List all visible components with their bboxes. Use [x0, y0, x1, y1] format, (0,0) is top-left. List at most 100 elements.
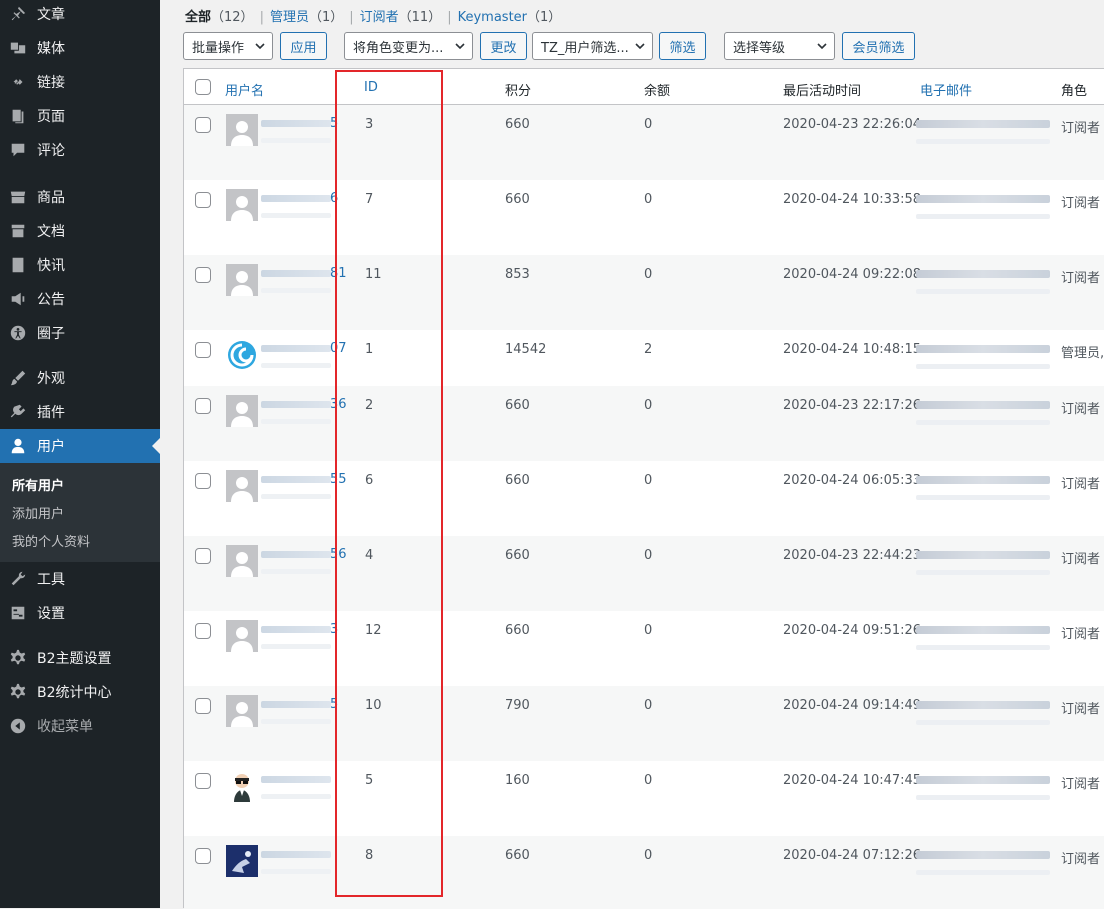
row-checkbox[interactable]: [195, 398, 211, 414]
menu-appearance[interactable]: 外观: [0, 361, 160, 395]
row-checkbox[interactable]: [195, 698, 211, 714]
row-checkbox[interactable]: [195, 342, 211, 358]
filter-all[interactable]: 全部: [185, 10, 211, 25]
email-redacted: [916, 476, 1050, 484]
bulk-action-select[interactable]: 批量操作: [183, 32, 273, 60]
avatar[interactable]: [226, 189, 258, 221]
username-link[interactable]: 55: [330, 472, 347, 487]
row-checkbox[interactable]: [195, 548, 211, 564]
username-link[interactable]: 36: [330, 397, 347, 412]
row-checkbox[interactable]: [195, 267, 211, 283]
row-checkbox[interactable]: [195, 773, 211, 789]
display-name-redacted: [261, 494, 331, 499]
table-row: 5 3 660 0 2020-04-23 22:26:04 订阅者: [184, 105, 1104, 180]
col-email[interactable]: 电子邮件: [920, 80, 972, 99]
email-redacted: [916, 195, 1050, 203]
menu-docs[interactable]: 文档: [0, 214, 160, 248]
user-id: 5: [365, 773, 374, 788]
user-last-active: 2020-04-24 10:48:15: [783, 342, 922, 357]
menu-collapse[interactable]: 收起菜单: [0, 709, 160, 743]
filter-subscriber-count: （11）: [398, 10, 442, 25]
avatar[interactable]: [226, 620, 258, 652]
level-select[interactable]: 选择等级: [724, 32, 835, 60]
menu-media[interactable]: 媒体: [0, 31, 160, 65]
menu-announcements[interactable]: 公告: [0, 282, 160, 316]
avatar[interactable]: [226, 695, 258, 727]
display-name-redacted: [261, 719, 331, 724]
change-role-button[interactable]: 更改: [480, 32, 527, 60]
table-row: 56 4 660 0 2020-04-23 22:44:23 订阅者: [184, 536, 1104, 611]
username-link[interactable]: 3: [330, 622, 338, 637]
email-redacted: [916, 626, 1050, 634]
username-redacted: [261, 551, 331, 558]
menu-b2-theme[interactable]: B2主题设置: [0, 641, 160, 675]
submenu-add-user[interactable]: 添加用户: [12, 503, 64, 522]
menu-label: 公告: [37, 292, 65, 308]
username-link[interactable]: 5: [330, 697, 338, 712]
email-redacted: [916, 776, 1050, 784]
select-all-checkbox[interactable]: [195, 79, 211, 95]
user-points: 14542: [505, 342, 547, 357]
username-link[interactable]: 6: [330, 191, 338, 206]
avatar[interactable]: [226, 470, 258, 502]
email-redacted-line: [916, 214, 1050, 219]
avatar[interactable]: [226, 114, 258, 146]
avatar[interactable]: [226, 264, 258, 296]
row-checkbox[interactable]: [195, 192, 211, 208]
media-icon: [8, 38, 28, 58]
col-id[interactable]: ID: [364, 80, 378, 95]
user-role: 订阅者: [1061, 852, 1101, 867]
menu-circles[interactable]: 圈子: [0, 316, 160, 350]
page-icon: [8, 106, 28, 126]
email-redacted: [916, 551, 1050, 559]
gear-icon: [8, 648, 28, 668]
level-value: 选择等级: [733, 40, 786, 56]
user-balance: 0: [644, 848, 653, 863]
tz-user-filter-select[interactable]: TZ_用户筛选...: [532, 32, 653, 60]
user-role: 订阅者: [1061, 196, 1101, 211]
filter-admin[interactable]: 管理员: [270, 10, 309, 25]
users-table: 用户名 ID 积分 余额 最后活动时间 电子邮件 角色 5 3 660 0 2020-0…: [183, 68, 1104, 909]
menu-users[interactable]: 用户: [0, 429, 160, 463]
menu-posts[interactable]: 文章: [0, 0, 160, 31]
username-link[interactable]: 56: [330, 547, 347, 562]
avatar[interactable]: [226, 339, 258, 371]
menu-b2-stats[interactable]: B2统计中心: [0, 675, 160, 709]
apply-button[interactable]: 应用: [280, 32, 327, 60]
menu-links[interactable]: 链接: [0, 65, 160, 99]
menu-settings[interactable]: 设置: [0, 596, 160, 630]
username-link[interactable]: 07: [330, 341, 347, 356]
avatar[interactable]: [226, 845, 258, 877]
username-link[interactable]: 5: [330, 116, 338, 131]
menu-products[interactable]: 商品: [0, 180, 160, 214]
email-redacted-line: [916, 645, 1050, 650]
row-checkbox[interactable]: [195, 473, 211, 489]
filter-button[interactable]: 筛选: [659, 32, 706, 60]
avatar[interactable]: [226, 545, 258, 577]
row-checkbox[interactable]: [195, 848, 211, 864]
user-points: 160: [505, 773, 530, 788]
menu-comments[interactable]: 评论: [0, 133, 160, 167]
role-change-select[interactable]: 将角色变更为...: [344, 32, 473, 60]
filter-keymaster[interactable]: Keymaster: [458, 10, 527, 25]
member-filter-button[interactable]: 会员筛选: [842, 32, 915, 60]
collapse-icon: [8, 716, 28, 736]
submenu-all-users[interactable]: 所有用户: [12, 475, 64, 494]
row-checkbox[interactable]: [195, 117, 211, 133]
menu-plugins[interactable]: 插件: [0, 395, 160, 429]
avatar[interactable]: [226, 395, 258, 427]
col-username[interactable]: 用户名: [225, 80, 264, 99]
menu-pages[interactable]: 页面: [0, 99, 160, 133]
menu-news[interactable]: 快讯: [0, 248, 160, 282]
avatar[interactable]: [226, 770, 258, 802]
user-role: 订阅者: [1061, 477, 1101, 492]
row-checkbox[interactable]: [195, 623, 211, 639]
pin-icon: [8, 4, 28, 24]
username-link[interactable]: 81: [330, 266, 347, 281]
username-redacted: [261, 626, 331, 633]
col-role: 角色: [1061, 84, 1088, 99]
submenu-profile[interactable]: 我的个人资料: [12, 531, 90, 550]
col-balance: 余额: [644, 84, 671, 99]
filter-subscriber[interactable]: 订阅者: [360, 10, 399, 25]
menu-tools[interactable]: 工具: [0, 562, 160, 596]
